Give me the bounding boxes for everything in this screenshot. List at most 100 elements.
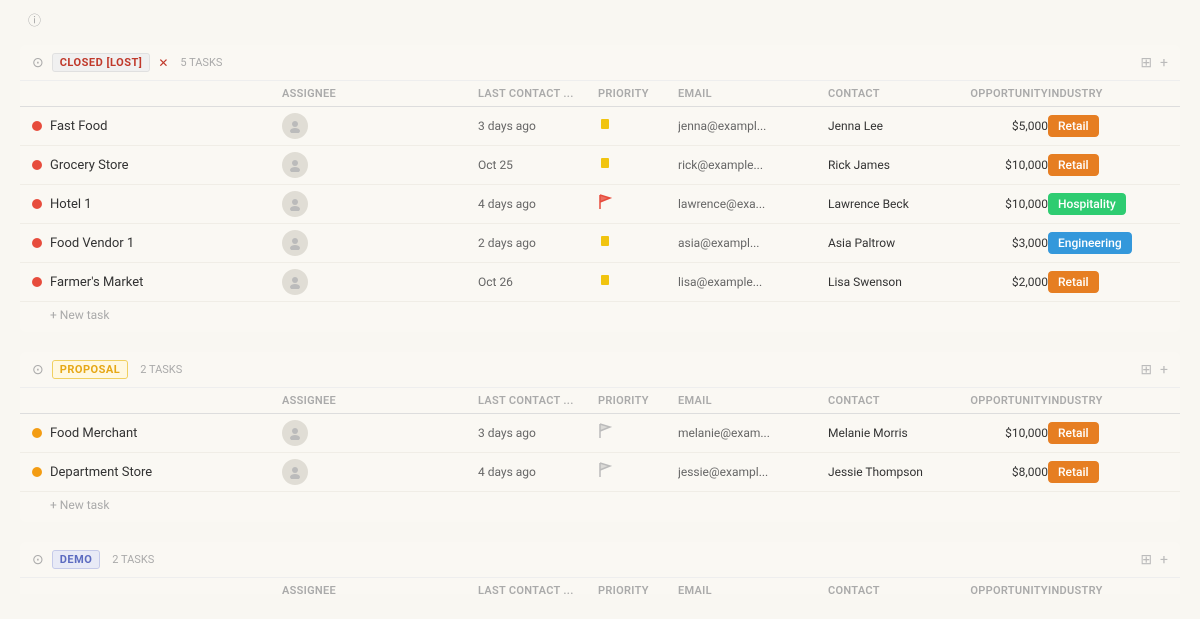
email-cell: rick@example... <box>678 158 828 172</box>
status-dot <box>32 467 42 477</box>
table-row[interactable]: Food Merchant3 days agomelanie@exam...Me… <box>20 414 1180 453</box>
priority-flag <box>598 423 678 443</box>
col-header-email-demo: EMAIL <box>678 584 828 594</box>
assignee-avatar[interactable] <box>282 459 308 485</box>
last-contact-cell: 3 days ago <box>478 119 598 133</box>
last-contact-cell: 4 days ago <box>478 197 598 211</box>
col-header-opportunity-proposal: OPPORTUNITY <box>948 394 1048 407</box>
col-header-priority-closed-lost: PRIORITY <box>598 87 678 100</box>
industry-cell: Retail <box>1048 119 1168 134</box>
new-task-row-closed-lost[interactable]: + New task <box>20 302 1180 332</box>
section-demo: ⊙DEMO2 TASKS⊞+ASSIGNEELAST CONTACT ...PR… <box>20 542 1180 594</box>
section-header-demo: ⊙DEMO2 TASKS⊞+ <box>20 542 1180 578</box>
col-header-opportunity-closed-lost: OPPORTUNITY <box>948 87 1048 100</box>
collapse-button-closed-lost[interactable]: ⊙ <box>32 55 44 71</box>
last-contact-cell: 3 days ago <box>478 426 598 440</box>
section-closed-lost: ⊙CLOSED [LOST]✕5 TASKS⊞+ASSIGNEELAST CON… <box>20 45 1180 332</box>
email-cell: lawrence@exa... <box>678 197 828 211</box>
table-row[interactable]: Department Store4 days agojessie@exampl.… <box>20 453 1180 492</box>
assignee-avatar[interactable] <box>282 269 308 295</box>
priority-flag <box>598 194 678 214</box>
col-header-industry-demo: INDUSTRY <box>1048 584 1168 594</box>
add-column-icon-demo[interactable]: + <box>1160 552 1168 568</box>
col-header-priority-proposal: PRIORITY <box>598 394 678 407</box>
row-name-cell: Fast Food <box>32 119 282 134</box>
email-cell: asia@exampl... <box>678 236 828 250</box>
col-header-contact-demo: CONTACT <box>828 584 948 594</box>
priority-flag <box>598 462 678 482</box>
opportunity-cell: $2,000 <box>948 275 1048 289</box>
section-tag-closed-lost: CLOSED [LOST] <box>52 53 151 72</box>
industry-cell: Retail <box>1048 426 1168 441</box>
row-name-cell: Food Merchant <box>32 426 282 441</box>
priority-flag <box>598 116 678 136</box>
info-icon[interactable]: ⓘ <box>28 10 41 29</box>
add-column-icon-closed-lost[interactable]: + <box>1160 55 1168 71</box>
assignee-avatar[interactable] <box>282 113 308 139</box>
new-task-row-proposal[interactable]: + New task <box>20 492 1180 522</box>
industry-cell: Retail <box>1048 158 1168 173</box>
col-header-email-closed-lost: EMAIL <box>678 87 828 100</box>
col-header-assignee-proposal: ASSIGNEE <box>282 394 478 407</box>
last-contact-cell: 2 days ago <box>478 236 598 250</box>
assignee-avatar[interactable] <box>282 152 308 178</box>
grid-icon-demo[interactable]: ⊞ <box>1140 552 1152 568</box>
row-name-cell: Grocery Store <box>32 158 282 173</box>
table-row[interactable]: Grocery Store Oct 25 rick@example...Rick J… <box>20 146 1180 185</box>
grid-icon-closed-lost[interactable]: ⊞ <box>1140 55 1152 71</box>
col-header-opportunity-demo: OPPORTUNITY <box>948 584 1048 594</box>
status-dot <box>32 277 42 287</box>
priority-flag <box>598 155 678 175</box>
assignee-avatar[interactable] <box>282 191 308 217</box>
opportunity-cell: $8,000 <box>948 465 1048 479</box>
email-cell: jenna@exampl... <box>678 119 828 133</box>
collapse-button-demo[interactable]: ⊙ <box>32 552 44 568</box>
industry-badge: Retail <box>1048 154 1099 176</box>
table-row[interactable]: Farmer's MarketOct 26lisa@example...Lisa… <box>20 263 1180 302</box>
contact-cell: Asia Paltrow <box>828 236 948 250</box>
section-header-closed-lost: ⊙CLOSED [LOST]✕5 TASKS⊞+ <box>20 45 1180 81</box>
section-proposal: ⊙ PROPOSAL 2 TASKS ⊞ + ASSIGNEELAST CONTACT .… <box>20 352 1180 522</box>
col-header-contact-proposal: CONTACT <box>828 394 948 407</box>
last-contact-cell: Oct 25 <box>478 158 598 172</box>
industry-cell: Retail <box>1048 465 1168 480</box>
column-headers-demo: ASSIGNEELAST CONTACT ...PRIORITYEMAILCON… <box>20 578 1180 594</box>
row-name-cell: Hotel 1 <box>32 197 282 212</box>
industry-cell: Retail <box>1048 275 1168 290</box>
table-row[interactable]: Fast Food3 days agojenna@exampl...Jenna … <box>20 107 1180 146</box>
contact-cell: Lisa Swenson <box>828 275 948 289</box>
contact-cell: Lawrence Beck <box>828 197 948 211</box>
industry-badge: Hospitality <box>1048 193 1126 215</box>
close-icon-closed-lost[interactable]: ✕ <box>158 56 168 70</box>
status-dot <box>32 238 42 248</box>
assignee-avatar[interactable] <box>282 420 308 446</box>
contact-cell: Rick James <box>828 158 948 172</box>
assignee-avatar[interactable] <box>282 230 308 256</box>
contact-cell: Melanie Morris <box>828 426 948 440</box>
column-headers-proposal: ASSIGNEELAST CONTACT ...PRIORITYEMAILCON… <box>20 388 1180 414</box>
industry-badge: Retail <box>1048 115 1099 137</box>
col-header-industry-closed-lost: INDUSTRY <box>1048 87 1168 100</box>
col-header-last-contact-...-proposal: LAST CONTACT ... <box>478 394 598 407</box>
row-name-text: Food Vendor 1 <box>50 236 134 251</box>
email-cell: jessie@exampl... <box>678 465 828 479</box>
col-header-assignee-closed-lost: ASSIGNEE <box>282 87 478 100</box>
sub-header <box>0 33 1200 45</box>
section-tag-proposal: PROPOSAL <box>52 360 129 379</box>
table-row[interactable]: Food Vendor 1 2 days ago asia@exampl...Asi… <box>20 224 1180 263</box>
collapse-button-proposal[interactable]: ⊙ <box>32 362 44 378</box>
opportunity-cell: $10,000 <box>948 158 1048 172</box>
grid-icon-proposal[interactable]: ⊞ <box>1140 362 1152 378</box>
task-count-proposal: 2 TASKS <box>140 363 182 376</box>
status-dot <box>32 160 42 170</box>
industry-cell: Hospitality <box>1048 197 1168 212</box>
table-row[interactable]: Hotel 1 4 days ago lawrence@exa...Lawrence… <box>20 185 1180 224</box>
col-header-last-contact-...-demo: LAST CONTACT ... <box>478 584 598 594</box>
priority-flag <box>598 272 678 292</box>
add-column-icon-proposal[interactable]: + <box>1160 362 1168 378</box>
col-header-last-contact-...-closed-lost: LAST CONTACT ... <box>478 87 598 100</box>
row-name-text: Hotel 1 <box>50 197 92 212</box>
main-content: ⊙CLOSED [LOST]✕5 TASKS⊞+ASSIGNEELAST CON… <box>0 45 1200 594</box>
opportunity-cell: $3,000 <box>948 236 1048 250</box>
row-name-text: Fast Food <box>50 119 107 134</box>
